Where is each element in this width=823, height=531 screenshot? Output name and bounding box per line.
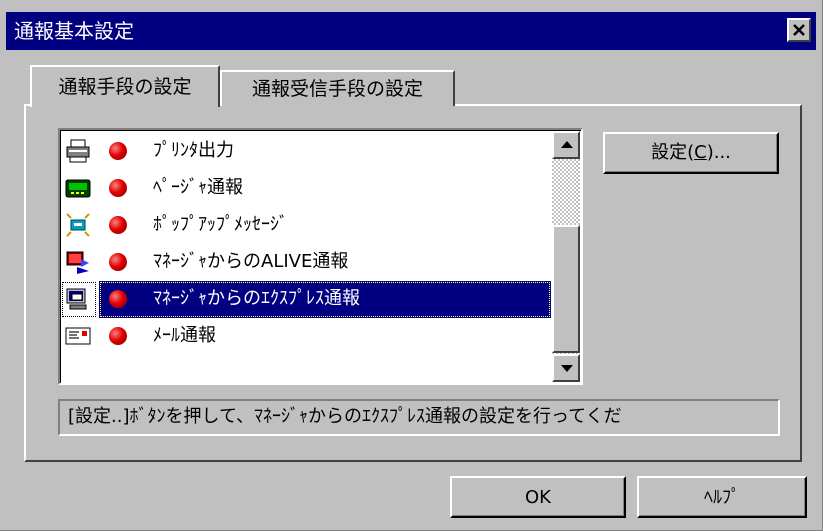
scroll-down-button[interactable]	[552, 354, 580, 382]
express-notification-icon	[66, 288, 87, 310]
close-button[interactable]	[787, 18, 811, 42]
list-item-label: ﾍﾟｰｼﾞｬ通報	[153, 177, 243, 198]
list-item[interactable]: ﾒｰﾙ通報	[61, 318, 551, 355]
status-description: [設定..]ﾎﾞﾀﾝを押して、ﾏﾈｰｼﾞｬからのｴｸｽﾌﾟﾚｽ通報の設定を行って…	[58, 399, 780, 436]
tab-label: 通報手段の設定	[58, 76, 192, 98]
settings-button-label: 設定(	[651, 142, 695, 163]
list-item[interactable]: ﾎﾟｯﾌﾟｱｯﾌﾟﾒｯｾｰｼﾞ	[61, 207, 551, 244]
settings-button-suffix: )...	[706, 142, 731, 163]
tab-label: 通報受信手段の設定	[251, 78, 423, 100]
settings-accelerator: C	[694, 142, 707, 163]
status-indicator	[109, 179, 127, 197]
printer-icon	[66, 139, 90, 163]
list-item[interactable]: ﾏﾈｰｼﾞｬからのALIVE通報	[61, 244, 551, 281]
window-title: 通報基本設定	[14, 19, 134, 43]
list-item-label: ﾒｰﾙ通報	[153, 325, 216, 346]
arrow-up-icon	[561, 141, 573, 148]
pager-icon	[65, 179, 91, 198]
ok-button-label: OK	[525, 487, 551, 508]
ok-button[interactable]: OK	[450, 476, 626, 518]
status-indicator	[109, 290, 127, 308]
arrow-down-icon	[561, 365, 573, 372]
status-indicator	[109, 216, 127, 234]
mail-icon	[65, 327, 91, 345]
scrollbar-thumb[interactable]	[552, 225, 580, 353]
notification-settings-dialog: 通報基本設定 通報手段の設定 通報受信手段の設定 ﾌﾟﾘﾝﾀ出力 ﾍﾟｰｼﾞｬ通…	[0, 0, 823, 531]
scroll-up-button[interactable]	[552, 131, 580, 159]
list-item-label: ﾎﾟｯﾌﾟｱｯﾌﾟﾒｯｾｰｼﾞ	[153, 214, 288, 235]
help-button-label: ﾍﾙﾌﾟ	[704, 487, 740, 508]
tab-notification-methods[interactable]: 通報手段の設定	[30, 65, 220, 107]
alive-notification-icon	[66, 251, 89, 274]
list-item-label: ﾏﾈｰｼﾞｬからのｴｸｽﾌﾟﾚｽ通報	[153, 288, 360, 309]
list-item[interactable]: ﾍﾟｰｼﾞｬ通報	[61, 170, 551, 207]
popup-message-icon	[66, 213, 90, 237]
list-item[interactable]: ﾌﾟﾘﾝﾀ出力	[61, 133, 551, 170]
status-indicator	[109, 327, 127, 345]
list-item-selected[interactable]: ﾏﾈｰｼﾞｬからのｴｸｽﾌﾟﾚｽ通報	[61, 281, 551, 318]
settings-button[interactable]: 設定(C)...	[603, 132, 779, 174]
list-item-label: ﾏﾈｰｼﾞｬからのALIVE通報	[153, 251, 349, 272]
vertical-scrollbar[interactable]	[552, 131, 580, 382]
tab-receive-methods[interactable]: 通報受信手段の設定	[220, 70, 455, 106]
close-icon	[793, 24, 805, 36]
status-indicator	[109, 142, 127, 160]
title-bar: 通報基本設定	[6, 12, 816, 50]
list-item-label: ﾌﾟﾘﾝﾀ出力	[153, 140, 234, 161]
help-button[interactable]: ﾍﾙﾌﾟ	[637, 476, 807, 518]
status-indicator	[109, 253, 127, 271]
notification-method-list[interactable]: ﾌﾟﾘﾝﾀ出力 ﾍﾟｰｼﾞｬ通報 ﾎﾟｯﾌﾟｱｯﾌﾟﾒｯｾｰｼﾞ ﾏﾈｰｼﾞｬか…	[58, 128, 583, 385]
